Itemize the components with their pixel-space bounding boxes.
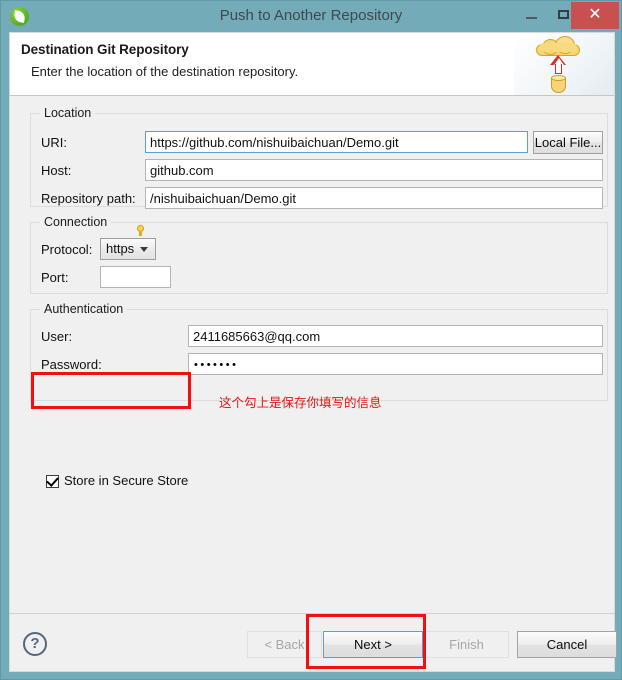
cancel-button[interactable]: Cancel [517, 631, 617, 658]
local-file-button[interactable]: Local File... [533, 131, 603, 154]
user-input[interactable] [188, 325, 603, 347]
annotation-note: 这个勾上是保存你填写的信息 [219, 395, 382, 410]
finish-button: Finish [424, 631, 509, 658]
back-button: < Back [247, 631, 322, 658]
next-button[interactable]: Next > [323, 631, 423, 658]
dialog-footer: ? < Back Next > Finish Cancel [9, 613, 617, 672]
port-label: Port: [41, 270, 69, 285]
uri-label: URI: [41, 135, 67, 150]
store-in-secure-store-label: Store in Secure Store [64, 473, 189, 488]
dialog-body: Location URI: Local File... Host: Reposi… [9, 96, 615, 613]
minimize-button[interactable] [516, 2, 548, 29]
uri-input[interactable] [145, 131, 528, 153]
cloud-icon [536, 36, 580, 56]
location-group-label: Location [40, 106, 96, 120]
close-button[interactable]: ✕ [571, 2, 619, 29]
title-bar: Push to Another Repository ✕ [1, 1, 621, 31]
checkmark-icon [46, 474, 59, 487]
minimize-icon [526, 17, 537, 19]
port-input[interactable] [100, 266, 171, 288]
maximize-icon [558, 10, 569, 19]
dialog-header: Destination Git Repository Enter the loc… [9, 32, 615, 96]
close-icon: ✕ [588, 6, 602, 23]
upload-arrow-icon [550, 55, 567, 74]
password-label: Password: [41, 357, 102, 372]
connection-group: Connection Protocol: https Port: [30, 215, 608, 294]
protocol-label: Protocol: [41, 242, 93, 257]
database-cylinder-icon [551, 75, 566, 94]
password-masked-value: ••••••• [194, 359, 239, 371]
repository-path-input[interactable] [145, 187, 603, 209]
header-illustration [514, 33, 614, 95]
password-input[interactable]: ••••••• [188, 353, 603, 375]
host-input[interactable] [145, 159, 603, 181]
page-title: Destination Git Repository [21, 42, 189, 57]
dialog-window: Push to Another Repository ✕ Destination… [0, 0, 622, 680]
protocol-select[interactable]: https [100, 238, 156, 260]
authentication-group-label: Authentication [40, 302, 128, 316]
authentication-group: Authentication User: Password: ••••••• [30, 302, 608, 401]
repository-path-label: Repository path: [41, 191, 136, 206]
user-label: User: [41, 329, 73, 344]
protocol-value: https [106, 241, 135, 256]
checkbox-box [46, 474, 59, 488]
location-group: Location URI: Local File... Host: Reposi… [30, 106, 608, 209]
host-label: Host: [41, 163, 72, 178]
chevron-down-icon [140, 247, 148, 252]
page-description: Enter the location of the destination re… [31, 64, 299, 79]
help-icon[interactable]: ? [23, 632, 47, 656]
connection-group-label: Connection [40, 215, 112, 229]
